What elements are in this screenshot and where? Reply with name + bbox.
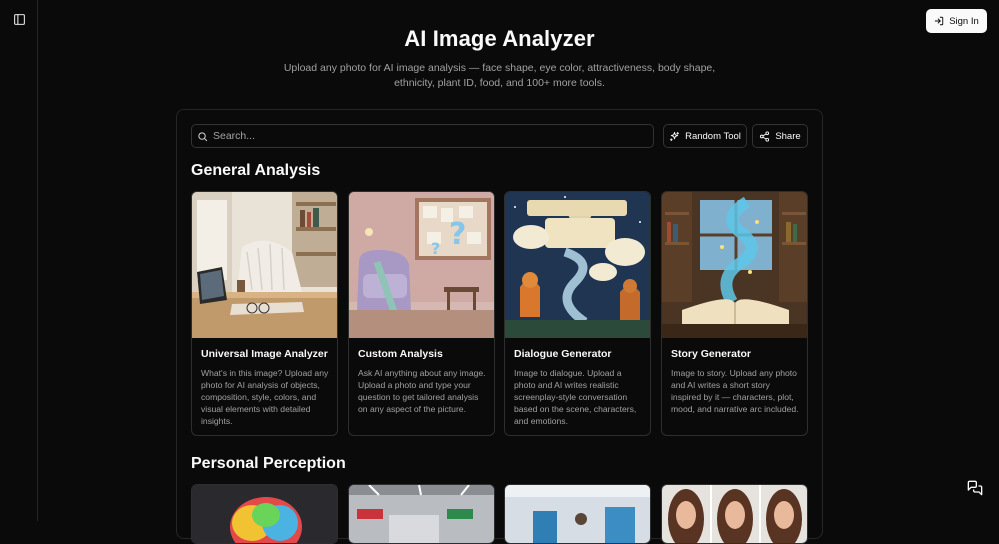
sign-in-button[interactable]: Sign In (926, 9, 987, 33)
card-thumbnail (505, 485, 650, 543)
messages-icon[interactable] (964, 477, 986, 499)
tool-card-custom-analysis[interactable]: ? ? Custom Analysis Ask AI anything abou… (348, 191, 495, 436)
card-thumbnail (662, 192, 807, 338)
card-title: Universal Image Analyzer (201, 348, 328, 360)
section-title-general-analysis: General Analysis (191, 162, 321, 179)
card-thumbnail (192, 192, 337, 338)
share-button[interactable]: Share (752, 124, 808, 148)
tool-card[interactable] (504, 484, 651, 544)
sparkles-icon (670, 131, 680, 141)
share-icon (760, 130, 770, 142)
card-title: Dialogue Generator (514, 348, 612, 360)
tool-card-story-generator[interactable]: Story Generator Image to story. Upload a… (661, 191, 808, 436)
share-label: Share (775, 130, 801, 142)
log-in-icon (934, 16, 944, 26)
page-subtitle: Upload any photo for AI image analysis —… (283, 62, 716, 89)
svg-text:?: ? (431, 239, 440, 258)
card-title: Custom Analysis (358, 348, 443, 360)
card-description: Ask AI anything about any image. Upload … (358, 368, 486, 414)
search-input[interactable] (213, 130, 633, 142)
card-description: Image to dialogue. Upload a photo and AI… (514, 368, 637, 426)
section-title-personal-perception: Personal Perception (191, 455, 346, 472)
random-tool-button[interactable]: Random Tool (663, 124, 747, 148)
tool-card-dialogue-generator[interactable]: Dialogue Generator Image to dialogue. Up… (504, 191, 651, 436)
card-description: Image to story. Upload any photo and AI … (671, 368, 799, 414)
sidebar-toggle-icon[interactable] (10, 10, 28, 28)
sign-in-label: Sign In (949, 15, 979, 27)
tool-card[interactable] (348, 484, 495, 544)
left-rail (0, 0, 38, 521)
card-thumbnail (662, 485, 807, 543)
card-thumbnail (349, 485, 494, 543)
card-thumbnail (505, 192, 650, 338)
card-description: What's in this image? Upload any photo f… (201, 368, 329, 426)
card-thumbnail (192, 485, 337, 543)
card-thumbnail: ? ? (349, 192, 494, 338)
search-box[interactable] (191, 124, 654, 148)
search-icon (198, 131, 208, 141)
card-title: Story Generator (671, 348, 751, 360)
random-tool-label: Random Tool (685, 130, 741, 142)
tool-card-universal-image-analyzer[interactable]: Universal Image Analyzer What's in this … (191, 191, 338, 436)
svg-text:?: ? (449, 217, 466, 252)
tool-card[interactable] (661, 484, 808, 544)
tool-card[interactable] (191, 484, 338, 544)
page-title: AI Image Analyzer (404, 26, 595, 51)
